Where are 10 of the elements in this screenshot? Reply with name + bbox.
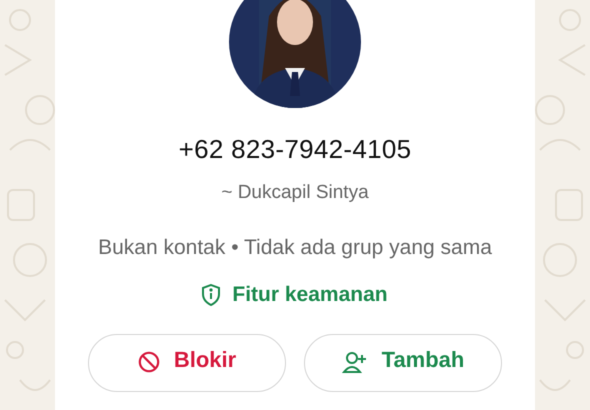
shield-icon bbox=[202, 284, 220, 306]
add-contact-button[interactable]: Tambah bbox=[304, 334, 502, 392]
add-person-icon bbox=[342, 351, 368, 373]
contact-info: Bukan kontak • Tidak ada grup yang sama bbox=[97, 235, 493, 261]
block-icon bbox=[138, 351, 160, 373]
phone-number: +62 823-7942-4105 bbox=[178, 134, 412, 165]
block-button[interactable]: Blokir bbox=[88, 334, 286, 392]
security-link[interactable]: Fitur keamanan bbox=[202, 283, 388, 307]
contact-name: ~ Dukcapil Sintya bbox=[221, 182, 369, 204]
security-label: Fitur keamanan bbox=[232, 283, 388, 307]
